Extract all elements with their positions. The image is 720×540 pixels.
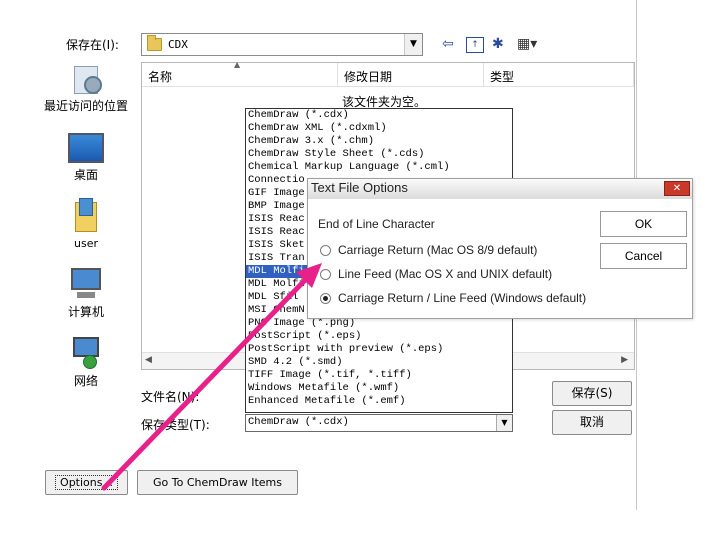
ok-button[interactable]: OK bbox=[600, 211, 687, 237]
file-type-option[interactable]: ChemDraw XML (*.cdxml) bbox=[246, 122, 512, 135]
cancel-button[interactable]: 取消 bbox=[552, 410, 632, 435]
new-folder-icon[interactable]: ✱ bbox=[492, 35, 504, 53]
place-network[interactable]: 网络 bbox=[58, 337, 114, 389]
column-name-header[interactable]: ▲ 名称 bbox=[142, 60, 338, 87]
file-type-option[interactable]: TIFF Image (*.tif, *.tiff) bbox=[246, 369, 512, 382]
file-type-label: 保存类型(T): bbox=[141, 418, 210, 432]
file-type-option[interactable]: ChemDraw 3.x (*.chm) bbox=[246, 135, 512, 148]
go-to-chemdraw-items-button[interactable]: Go To ChemDraw Items bbox=[137, 470, 298, 495]
radio-label: Carriage Return / Line Feed (Windows def… bbox=[338, 291, 587, 305]
file-type-option[interactable]: Windows Metafile (*.wmf) bbox=[246, 382, 512, 395]
file-type-option[interactable]: PostScript with preview (*.eps) bbox=[246, 343, 512, 356]
text-file-options-dialog: Text File Options ✕ End of Line Characte… bbox=[307, 178, 693, 319]
user-folder-icon bbox=[73, 198, 99, 234]
chevron-down-icon[interactable]: ▼ bbox=[404, 34, 422, 55]
scroll-right-icon[interactable]: ▶ bbox=[621, 355, 628, 365]
options-button[interactable]: Options... bbox=[45, 470, 128, 495]
radio-button[interactable] bbox=[320, 269, 331, 280]
place-recent-label: 最近访问的位置 bbox=[44, 99, 129, 113]
back-arrow-icon[interactable]: ⇦ bbox=[442, 35, 454, 53]
chevron-down-icon[interactable]: ▼ bbox=[496, 415, 512, 431]
save-in-label: 保存在(I): bbox=[66, 38, 119, 52]
column-date-header[interactable]: 修改日期 bbox=[338, 63, 484, 87]
close-icon[interactable]: ✕ bbox=[664, 181, 690, 196]
radio-label: Carriage Return (Mac OS 8/9 default) bbox=[338, 243, 538, 257]
save-button[interactable]: 保存(S) bbox=[552, 381, 632, 406]
scroll-left-icon[interactable]: ◀ bbox=[145, 355, 152, 365]
place-recent[interactable]: 最近访问的位置 bbox=[44, 64, 130, 113]
place-desktop[interactable]: 桌面 bbox=[58, 133, 114, 183]
file-type-option[interactable]: SMD 4.2 (*.smd) bbox=[246, 356, 512, 369]
place-user-label: user bbox=[74, 237, 98, 250]
file-type-option[interactable]: ChemDraw (*.cdx) bbox=[246, 109, 512, 122]
place-user[interactable]: user bbox=[58, 198, 114, 250]
radio-button[interactable] bbox=[320, 293, 331, 304]
up-folder-icon[interactable]: ↑ bbox=[466, 37, 484, 53]
end-of-line-label: End of Line Character bbox=[318, 217, 435, 231]
save-in-value: CDX bbox=[168, 38, 188, 51]
column-type-header[interactable]: 类型 bbox=[484, 63, 634, 87]
network-icon bbox=[69, 337, 103, 369]
file-type-option[interactable]: ChemDraw Style Sheet (*.cds) bbox=[246, 148, 512, 161]
file-name-label: 文件名(N): bbox=[141, 390, 200, 404]
options-button-label: Options... bbox=[55, 475, 118, 490]
place-network-label: 网络 bbox=[73, 374, 98, 388]
file-type-value: ChemDraw (*.cdx) bbox=[248, 416, 349, 428]
view-menu-icon[interactable]: ▦▾ bbox=[517, 35, 537, 53]
save-in-dropdown[interactable]: CDX ▼ bbox=[141, 33, 423, 56]
radio-label: Line Feed (Mac OS X and UNIX default) bbox=[338, 267, 553, 281]
sort-up-icon: ▲ bbox=[234, 60, 241, 69]
radio-button[interactable] bbox=[320, 245, 331, 256]
file-type-option[interactable]: PostScript (*.eps) bbox=[246, 330, 512, 343]
dialog-title: Text File Options bbox=[311, 180, 408, 195]
recent-places-icon bbox=[70, 64, 104, 96]
place-computer-label: 计算机 bbox=[67, 305, 104, 319]
file-type-dropdown[interactable]: ChemDraw (*.cdx) ▼ bbox=[245, 414, 513, 432]
place-computer[interactable]: 计算机 bbox=[58, 268, 114, 320]
place-desktop-label: 桌面 bbox=[73, 168, 98, 182]
file-type-option[interactable]: Chemical Markup Language (*.cml) bbox=[246, 161, 512, 174]
folder-icon bbox=[147, 35, 162, 51]
dialog-titlebar[interactable]: Text File Options ✕ bbox=[308, 179, 692, 199]
dialog-cancel-button[interactable]: Cancel bbox=[600, 243, 687, 269]
desktop-icon bbox=[68, 133, 104, 163]
computer-icon bbox=[69, 268, 103, 300]
file-type-option[interactable]: Enhanced Metafile (*.emf) bbox=[246, 395, 512, 408]
